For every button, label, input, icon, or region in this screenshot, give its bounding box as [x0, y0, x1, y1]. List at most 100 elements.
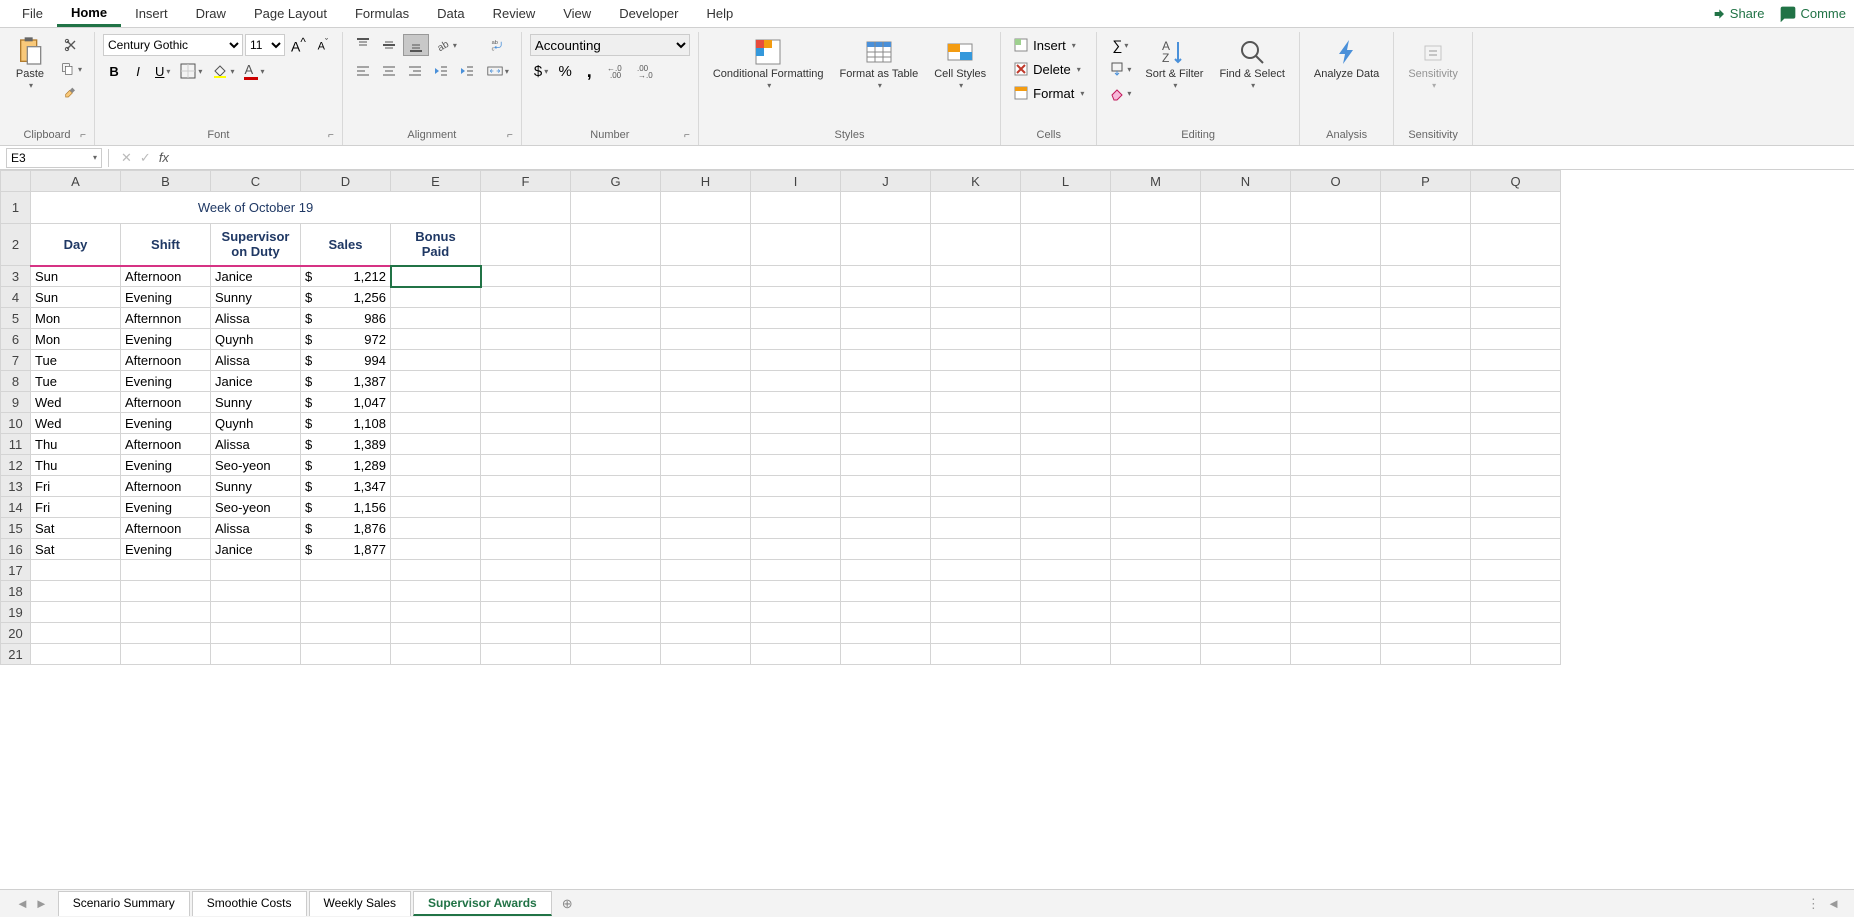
enter-formula-button[interactable]: ✓ [140, 150, 151, 166]
cell[interactable]: $1,108 [301, 413, 391, 434]
cell[interactable] [841, 413, 931, 434]
cell[interactable] [751, 476, 841, 497]
sheet-tab[interactable]: Scenario Summary [58, 891, 190, 916]
cell[interactable] [1021, 560, 1111, 581]
increase-decimal-button[interactable]: ←.0.00 [602, 60, 630, 82]
cell[interactable] [391, 455, 481, 476]
row-header[interactable]: 18 [1, 581, 31, 602]
cell[interactable] [1471, 392, 1561, 413]
cell[interactable] [1381, 350, 1471, 371]
cell[interactable] [481, 455, 571, 476]
cell[interactable] [31, 644, 121, 665]
align-top-button[interactable] [351, 34, 375, 56]
cell[interactable] [1291, 644, 1381, 665]
cell[interactable]: Sat [31, 539, 121, 560]
cell[interactable] [571, 224, 661, 266]
cell[interactable] [841, 644, 931, 665]
cell[interactable] [1201, 434, 1291, 455]
cell[interactable] [751, 581, 841, 602]
cell[interactable]: Evening [121, 287, 211, 308]
cell[interactable] [1471, 539, 1561, 560]
cell[interactable] [1471, 497, 1561, 518]
cell[interactable] [841, 266, 931, 287]
grid[interactable]: ABCDEFGHIJKLMNOPQ1Week of October 192Day… [0, 170, 1854, 889]
row-header[interactable]: 15 [1, 518, 31, 539]
cell[interactable] [1201, 623, 1291, 644]
number-format-select[interactable]: Accounting [530, 34, 690, 56]
cell[interactable] [1111, 287, 1201, 308]
cell[interactable] [571, 455, 661, 476]
cell[interactable] [661, 602, 751, 623]
cell[interactable] [391, 329, 481, 350]
cell[interactable] [1291, 329, 1381, 350]
cell[interactable] [1111, 539, 1201, 560]
increase-indent-button[interactable] [455, 60, 479, 82]
cell[interactable]: Evening [121, 455, 211, 476]
cell[interactable] [1381, 581, 1471, 602]
cell[interactable]: Thu [31, 434, 121, 455]
cell[interactable] [481, 581, 571, 602]
cell[interactable] [1291, 497, 1381, 518]
cell[interactable]: Evening [121, 371, 211, 392]
sheet-nav-next[interactable]: ► [35, 896, 48, 911]
cell[interactable]: $1,347 [301, 476, 391, 497]
cell[interactable] [841, 602, 931, 623]
cell[interactable] [1201, 581, 1291, 602]
clear-button[interactable]: ▾ [1105, 82, 1135, 104]
cell[interactable]: Shift [121, 224, 211, 266]
column-header[interactable]: M [1111, 171, 1201, 192]
cell[interactable] [931, 308, 1021, 329]
cell[interactable] [481, 308, 571, 329]
cell[interactable] [1111, 497, 1201, 518]
cell[interactable] [1111, 329, 1201, 350]
format-painter-button[interactable] [56, 82, 86, 104]
accounting-format-button[interactable]: $▾ [530, 60, 552, 82]
cell[interactable] [1111, 644, 1201, 665]
cell[interactable] [1381, 518, 1471, 539]
analyze-data-button[interactable]: Analyze Data [1308, 34, 1385, 83]
row-header[interactable]: 5 [1, 308, 31, 329]
cell[interactable] [751, 287, 841, 308]
cell[interactable] [1291, 287, 1381, 308]
find-select-button[interactable]: Find & Select▾ [1213, 34, 1290, 93]
cell[interactable] [1021, 287, 1111, 308]
cell[interactable] [301, 560, 391, 581]
cell[interactable] [391, 476, 481, 497]
cell[interactable] [931, 518, 1021, 539]
cell[interactable] [751, 602, 841, 623]
cell[interactable]: Seo-yeon [211, 455, 301, 476]
cell[interactable] [931, 224, 1021, 266]
cell[interactable] [391, 308, 481, 329]
cell[interactable]: Sales [301, 224, 391, 266]
cell[interactable] [391, 623, 481, 644]
cell[interactable] [121, 560, 211, 581]
cell[interactable] [1111, 266, 1201, 287]
format-as-table-button[interactable]: Format as Table▾ [834, 34, 925, 93]
fill-color-button[interactable]: ▾ [208, 60, 238, 82]
cell[interactable] [931, 644, 1021, 665]
row-header[interactable]: 16 [1, 539, 31, 560]
cell[interactable]: Thu [31, 455, 121, 476]
comma-button[interactable]: , [578, 60, 600, 82]
cell[interactable] [1111, 476, 1201, 497]
cell[interactable] [661, 644, 751, 665]
tab-draw[interactable]: Draw [182, 2, 240, 25]
cell[interactable] [1021, 413, 1111, 434]
cell[interactable] [841, 371, 931, 392]
cell[interactable] [1291, 539, 1381, 560]
cell[interactable] [1111, 455, 1201, 476]
increase-font-button[interactable]: A^ [287, 34, 310, 56]
align-center-button[interactable] [377, 60, 401, 82]
cell[interactable] [931, 497, 1021, 518]
formula-input[interactable] [181, 148, 1848, 168]
cell[interactable]: $1,212 [301, 266, 391, 287]
italic-button[interactable]: I [127, 60, 149, 82]
cell[interactable] [1291, 581, 1381, 602]
cell[interactable] [931, 560, 1021, 581]
tab-formulas[interactable]: Formulas [341, 2, 423, 25]
cell[interactable]: Tue [31, 350, 121, 371]
cell[interactable] [1471, 560, 1561, 581]
cell[interactable] [931, 392, 1021, 413]
decrease-indent-button[interactable] [429, 60, 453, 82]
cell[interactable] [571, 308, 661, 329]
